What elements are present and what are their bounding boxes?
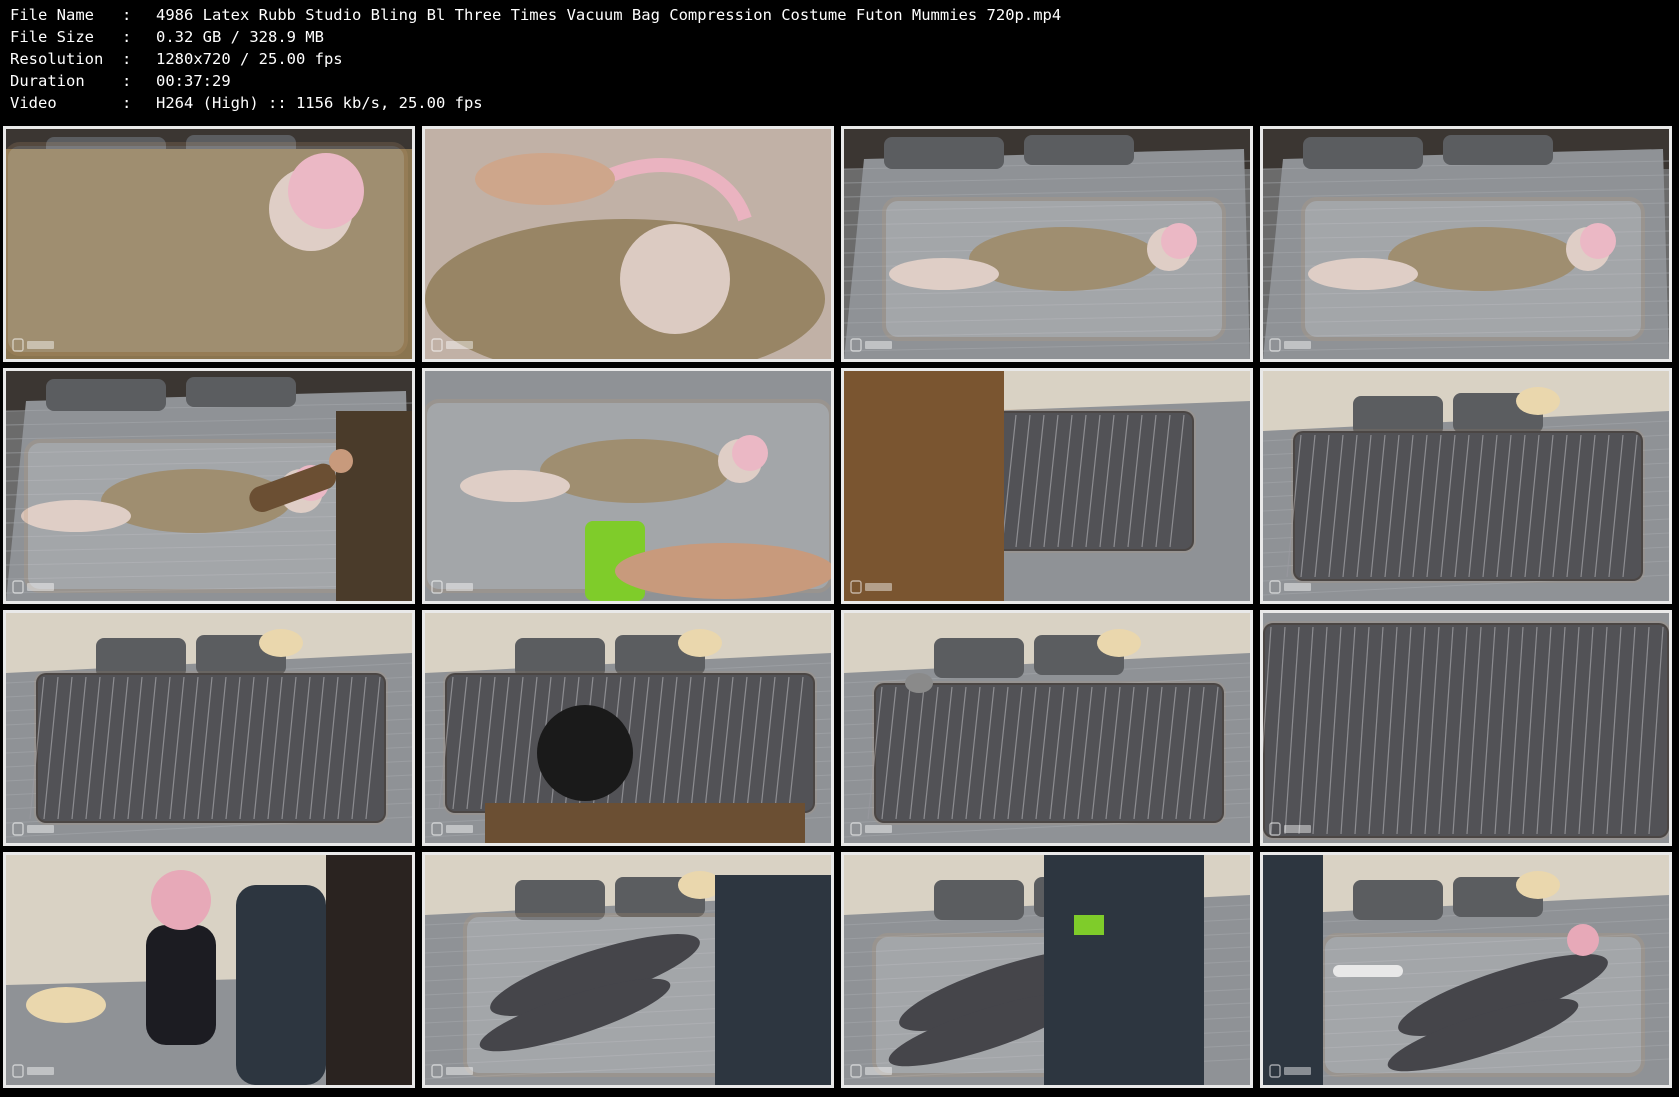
info-row: File Name: 4986 Latex Rubb Studio Bling B…: [10, 4, 1660, 26]
info-label: Video: [10, 94, 57, 112]
file-info-panel: File Name: 4986 Latex Rubb Studio Bling B…: [10, 4, 1660, 114]
person-in-vacuum-bag-icon: [6, 371, 412, 601]
info-label: Resolution: [10, 50, 104, 68]
info-label: File Name: [10, 6, 94, 24]
thumbnail-3[interactable]: [841, 126, 1253, 362]
futon-icon: [1263, 613, 1669, 843]
watermark-logo-icon: [850, 579, 894, 595]
person-icon: [6, 855, 412, 1085]
person-in-vacuum-bag-icon: [6, 129, 412, 359]
thumbnail-4[interactable]: [1260, 126, 1672, 362]
watermark-logo-icon: [850, 1063, 894, 1079]
watermark-logo-icon: [1269, 821, 1313, 837]
watermark-logo-icon: [1269, 579, 1313, 595]
thumbnail-2[interactable]: [422, 126, 834, 362]
drill-icon: [425, 371, 831, 601]
hand-icon: [425, 129, 831, 359]
watermark-logo-icon: [850, 337, 894, 353]
thumbnail-11[interactable]: [841, 610, 1253, 846]
watermark-logo-icon: [1269, 1063, 1313, 1079]
info-separator: :: [122, 50, 132, 68]
futon-icon: [6, 613, 412, 843]
thumbnail-12[interactable]: [1260, 610, 1672, 846]
info-value: H264 (High) :: 1156 kb/s, 25.00 fps: [156, 94, 483, 112]
drill-icon: [844, 855, 1250, 1085]
thumbnail-7[interactable]: [841, 368, 1253, 604]
thumbnail-10[interactable]: [422, 610, 834, 846]
watermark-logo-icon: [12, 821, 56, 837]
info-row: Duration: 00:37:29: [10, 70, 1660, 92]
info-separator: :: [122, 94, 132, 112]
info-separator: :: [122, 28, 132, 46]
info-label: File Size: [10, 28, 94, 46]
thumbnail-16[interactable]: [1260, 852, 1672, 1088]
thumbnail-13[interactable]: [3, 852, 415, 1088]
thumbnail-1[interactable]: [3, 126, 415, 362]
info-row: File Size: 0.32 GB / 328.9 MB: [10, 26, 1660, 48]
thumbnail-14[interactable]: [422, 852, 834, 1088]
info-row: Resolution: 1280x720 / 25.00 fps: [10, 48, 1660, 70]
watermark-logo-icon: [1269, 337, 1313, 353]
info-separator: :: [122, 72, 132, 90]
watermark-logo-icon: [431, 821, 475, 837]
info-separator: :: [122, 6, 132, 24]
watermark-logo-icon: [12, 337, 56, 353]
watermark-logo-icon: [12, 579, 56, 595]
info-value: 4986 Latex Rubb Studio Bling Bl Three Ti…: [156, 6, 1062, 24]
watermark-logo-icon: [431, 1063, 475, 1079]
thumbnail-6[interactable]: [422, 368, 834, 604]
watermark-logo-icon: [850, 821, 894, 837]
info-value: 00:37:29: [156, 72, 231, 90]
person-in-vacuum-bag-icon: [844, 129, 1250, 359]
thumbnail-grid: [3, 126, 1677, 1094]
futon-icon: [844, 371, 1250, 601]
futon-icon: [844, 613, 1250, 843]
person-in-vacuum-bag-icon: [1263, 129, 1669, 359]
thumbnail-15[interactable]: [841, 852, 1253, 1088]
watermark-logo-icon: [12, 1063, 56, 1079]
info-value: 0.32 GB / 328.9 MB: [156, 28, 324, 46]
futon-icon: [1263, 371, 1669, 601]
thumbnail-5[interactable]: [3, 368, 415, 604]
info-value: 1280x720 / 25.00 fps: [156, 50, 343, 68]
person-in-vacuum-bag-icon: [425, 855, 831, 1085]
info-row: Video: H264 (High) :: 1156 kb/s, 25.00 fp…: [10, 92, 1660, 114]
watermark-logo-icon: [431, 337, 475, 353]
thumbnail-8[interactable]: [1260, 368, 1672, 604]
futon-icon: [425, 613, 831, 843]
thumbnail-9[interactable]: [3, 610, 415, 846]
person-in-vacuum-bag-icon: [1263, 855, 1669, 1085]
info-label: Duration: [10, 72, 85, 90]
watermark-logo-icon: [431, 579, 475, 595]
